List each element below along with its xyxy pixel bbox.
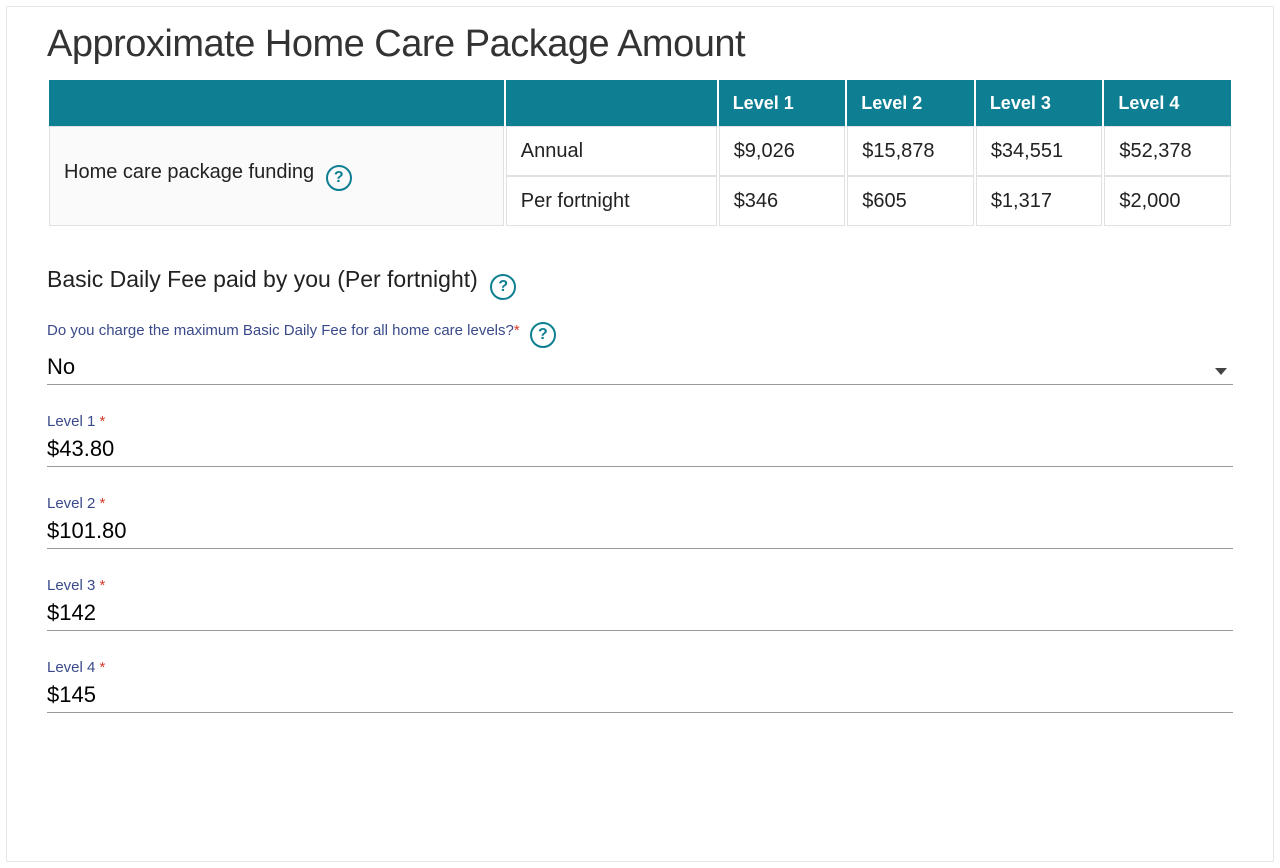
row-label-text: Home care package funding [64, 161, 314, 183]
level2-input[interactable] [47, 512, 1233, 549]
help-icon[interactable]: ? [490, 274, 516, 300]
basic-fee-heading-text: Basic Daily Fee paid by you (Per fortnig… [47, 266, 478, 292]
page-title: Approximate Home Care Package Amount [47, 23, 1233, 66]
basic-fee-heading: Basic Daily Fee paid by you (Per fortnig… [47, 266, 1233, 300]
fortnight-level1: $346 [719, 176, 846, 226]
annual-level4: $52,378 [1104, 126, 1231, 176]
level3-label: Level 3 * [47, 577, 1233, 594]
table-header-blank [49, 80, 504, 126]
level1-input[interactable] [47, 430, 1233, 467]
fortnight-level3: $1,317 [976, 176, 1103, 226]
fortnight-level4: $2,000 [1104, 176, 1231, 226]
level4-label: Level 4 * [47, 659, 1233, 676]
help-icon[interactable]: ? [530, 322, 556, 348]
annual-level2: $15,878 [847, 126, 974, 176]
level4-input[interactable] [47, 676, 1233, 713]
period-fortnight: Per fortnight [506, 176, 717, 226]
help-icon[interactable]: ? [326, 165, 352, 191]
annual-level3: $34,551 [976, 126, 1103, 176]
table-header-level4: Level 4 [1104, 80, 1231, 126]
level3-input[interactable] [47, 594, 1233, 631]
charge-max-select[interactable] [47, 348, 1233, 385]
charge-max-label-text: Do you charge the maximum Basic Daily Fe… [47, 322, 514, 339]
table-row-label: Home care package funding ? [49, 126, 504, 226]
fortnight-level2: $605 [847, 176, 974, 226]
period-annual: Annual [506, 126, 717, 176]
package-funding-table: Level 1 Level 2 Level 3 Level 4 Home car… [47, 80, 1233, 226]
annual-level1: $9,026 [719, 126, 846, 176]
level1-label: Level 1 * [47, 413, 1233, 430]
table-header-blank [506, 80, 717, 126]
level2-label: Level 2 * [47, 495, 1233, 512]
charge-max-label: Do you charge the maximum Basic Daily Fe… [47, 322, 1233, 348]
table-header-level2: Level 2 [847, 80, 974, 126]
table-header-level3: Level 3 [976, 80, 1103, 126]
table-header-level1: Level 1 [719, 80, 846, 126]
